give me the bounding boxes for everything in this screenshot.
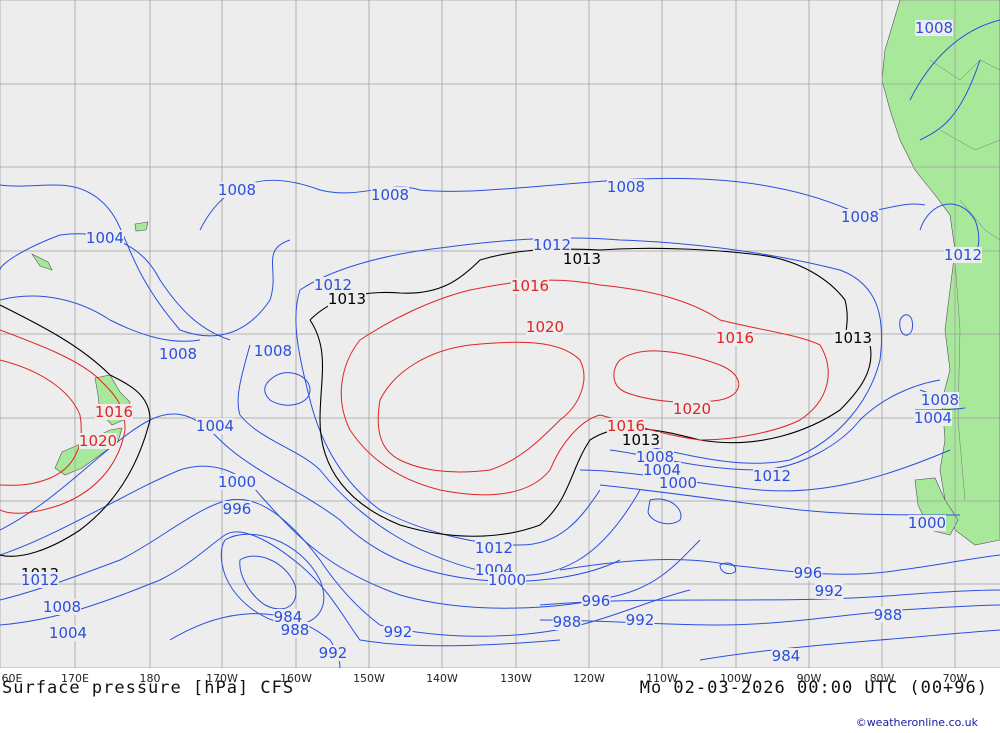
isobar-label: 992 <box>815 582 844 600</box>
isobar-label: 1013 <box>834 329 872 347</box>
isobar-label: 1008 <box>921 391 959 409</box>
isobar-label: 992 <box>319 644 348 662</box>
isobar-label: 1004 <box>196 417 234 435</box>
map-title: Surface pressure [hPa] CFS <box>2 678 295 698</box>
isobar-label: 1020 <box>526 318 564 336</box>
isobar-label: 1020 <box>79 432 117 450</box>
isobar-label: 1004 <box>86 229 124 247</box>
isobar-label: 1008 <box>841 208 879 226</box>
isobar-label: 992 <box>384 623 413 641</box>
isobar-label: 1008 <box>218 181 256 199</box>
isobar-label: 996 <box>794 564 823 582</box>
isobar-label: 1016 <box>95 403 133 421</box>
isobar-label: 1016 <box>511 277 549 295</box>
valid-time: Mo 02-03-2026 00:00 UTC (00+96) <box>639 678 988 698</box>
isobar-label: 1012 <box>944 246 982 264</box>
isobar-label: 996 <box>582 592 611 610</box>
isobar-label: 1013 <box>328 290 366 308</box>
pressure-map: 1008 1008 10081008100810041008 100810121013… <box>0 0 1000 668</box>
isobar-label: 1004 <box>49 624 87 642</box>
isobar-label: 1008 <box>371 186 409 204</box>
isobar-label: 1000 <box>659 474 697 492</box>
isobar-label: 1004 <box>914 409 952 427</box>
isobar-label: 1020 <box>673 400 711 418</box>
isobar-label: 1012 <box>475 539 513 557</box>
isobar-label: 1000 <box>218 473 256 491</box>
isobar-label: 1012 <box>753 467 791 485</box>
isobar-label: 1013 <box>563 250 601 268</box>
longitude-label: 150W <box>353 672 385 685</box>
isobar-label: 1008 <box>43 598 81 616</box>
isobar-label: 1008 <box>915 19 953 37</box>
isobar-label: 988 <box>553 613 582 631</box>
isobar-label: 1013 <box>622 431 660 449</box>
longitude-label: 120W <box>573 672 605 685</box>
isobar-label: 1008 <box>159 345 197 363</box>
longitude-label: 140W <box>426 672 458 685</box>
isobar-label: 988 <box>874 606 903 624</box>
isobar-label: 996 <box>223 500 252 518</box>
isobar-label: 992 <box>626 611 655 629</box>
longitude-label: 130W <box>500 672 532 685</box>
isobar-label: 1008 <box>254 342 292 360</box>
isobar-label: 1016 <box>716 329 754 347</box>
isobar-label: 988 <box>281 621 310 639</box>
isobar-label: 1000 <box>908 514 946 532</box>
isobar-label: 1008 <box>607 178 645 196</box>
isobar-label: 1012 <box>21 571 59 589</box>
credit-link[interactable]: ©weatheronline.co.uk <box>856 716 978 729</box>
isobar-label: 984 <box>772 647 801 665</box>
isobar-label: 1000 <box>488 571 526 589</box>
